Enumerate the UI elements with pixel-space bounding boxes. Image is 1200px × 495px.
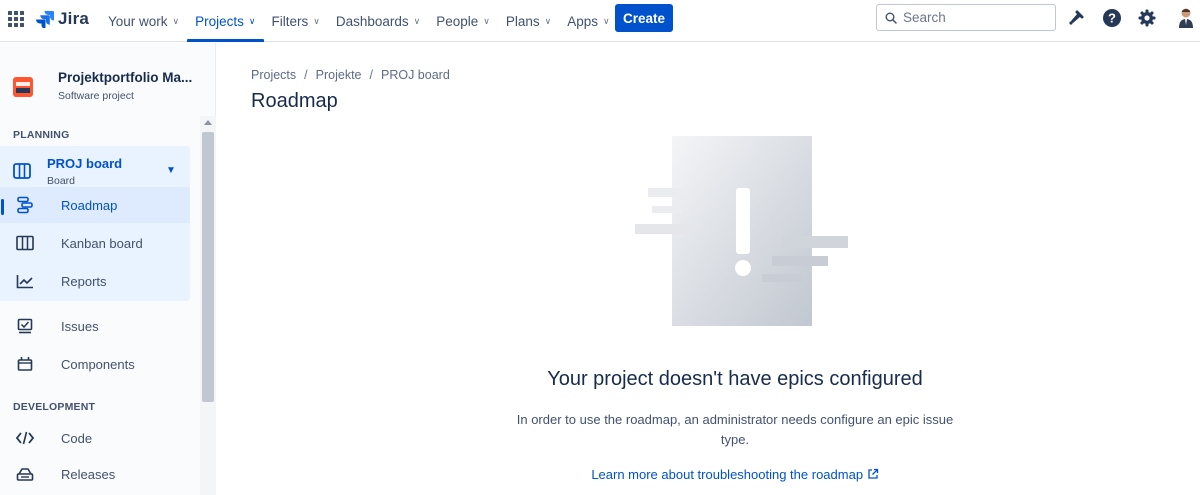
nav-menu: Your work ∨ Projects ∨ Filters ∨ Dashboards…: [100, 0, 618, 42]
troubleshooting-link[interactable]: Learn more about troubleshooting the roa…: [430, 467, 1040, 482]
board-selector[interactable]: PROJ board Board ▼: [0, 146, 190, 187]
breadcrumb-separator: /: [369, 68, 373, 82]
app-switcher-icon[interactable]: [8, 11, 24, 27]
breadcrumb-projects[interactable]: Projects: [251, 68, 296, 82]
reports-icon: [15, 272, 35, 290]
breadcrumb: Projects / Projekte / PROJ board: [251, 68, 450, 82]
sidebar-item-code[interactable]: Code: [0, 420, 190, 456]
sidebar-item-reports[interactable]: Reports: [0, 263, 190, 299]
page-title: Roadmap: [251, 90, 338, 112]
jira-logo[interactable]: Jira: [36, 9, 89, 29]
sidebar-item-label: Roadmap: [61, 197, 118, 213]
top-navigation: Jira Your work ∨ Projects ∨ Filters ∨ Dashb…: [0, 0, 1200, 42]
chevron-down-icon: ∨: [172, 15, 180, 26]
sidebar-item-components[interactable]: Components: [0, 346, 190, 382]
sidebar-item-releases[interactable]: Releases: [0, 456, 190, 492]
board-group: PROJ board Board ▼ Roadmap Kanban board …: [0, 146, 190, 301]
chevron-down-icon: ∨: [248, 15, 256, 26]
project-type: Software project: [58, 90, 134, 102]
sidebar-item-label: Kanban board: [61, 235, 143, 251]
sidebar-scrollbar[interactable]: [200, 116, 216, 495]
svg-text:?: ?: [1108, 11, 1116, 26]
sidebar-item-label: Releases: [61, 466, 116, 482]
nav-dashboards[interactable]: Dashboards ∨: [328, 0, 428, 42]
warning-document-illustration: [635, 136, 848, 326]
external-link-icon: [868, 468, 878, 479]
project-name[interactable]: Projektportfolio Ma...: [58, 70, 192, 85]
development-section-label: DEVELOPMENT: [13, 401, 96, 413]
nav-apps[interactable]: Apps ∨: [559, 0, 617, 42]
board-subtitle: Board: [47, 175, 76, 187]
sidebar-item-label: Components: [61, 356, 135, 372]
code-icon: [15, 429, 35, 447]
components-icon: [15, 355, 35, 373]
sidebar-item-label: Code: [61, 430, 93, 446]
releases-icon: [15, 465, 35, 483]
chevron-down-icon: ▼: [166, 165, 176, 176]
sidebar-item-label: Reports: [61, 273, 107, 289]
nav-filters[interactable]: Filters ∨: [264, 0, 328, 42]
roadmap-icon: [15, 196, 35, 214]
selected-indicator: [1, 199, 4, 215]
notifications-icon[interactable]: [1066, 8, 1086, 28]
search-icon: [885, 12, 897, 24]
nav-projects[interactable]: Projects ∨: [187, 0, 264, 42]
nav-label: Plans: [505, 13, 540, 29]
nav-people[interactable]: People ∨: [428, 0, 498, 42]
kanban-icon: [15, 234, 35, 252]
sidebar-item-roadmap[interactable]: Roadmap: [0, 187, 190, 223]
project-avatar[interactable]: [13, 77, 33, 97]
empty-state-title: Your project doesn't have epics configur…: [547, 368, 923, 390]
sidebar-item-label: Issues: [61, 318, 99, 334]
chevron-down-icon: ∨: [413, 15, 421, 26]
nav-label: Dashboards: [335, 13, 409, 29]
jira-logo-text: Jira: [58, 9, 90, 28]
nav-your-work[interactable]: Your work ∨: [100, 0, 187, 42]
nav-plans[interactable]: Plans ∨: [498, 0, 559, 42]
planning-section-label: PLANNING: [13, 129, 70, 141]
breadcrumb-board[interactable]: PROJ board: [381, 68, 450, 82]
project-sidebar: Projektportfolio Ma... Software project …: [0, 43, 216, 495]
breadcrumb-separator: /: [304, 68, 308, 82]
search-input[interactable]: [903, 10, 1033, 25]
scroll-up-arrow-icon[interactable]: [204, 120, 212, 125]
breadcrumb-projekte[interactable]: Projekte: [316, 68, 362, 82]
empty-state-description: In order to use the roadmap, an administ…: [516, 412, 954, 447]
issues-icon: [15, 317, 35, 335]
chevron-down-icon: ∨: [544, 15, 552, 26]
nav-label: Apps: [567, 13, 599, 29]
create-button[interactable]: Create: [615, 4, 673, 32]
nav-label: Your work: [108, 13, 168, 29]
jira-logo-icon: [36, 11, 54, 28]
nav-label: Projects: [195, 13, 244, 29]
nav-label: Filters: [271, 13, 309, 29]
user-avatar[interactable]: [1176, 8, 1196, 28]
search-box[interactable]: [876, 4, 1056, 31]
chevron-down-icon: ∨: [603, 15, 610, 26]
nav-label: People: [436, 13, 479, 29]
sidebar-item-kanban-board[interactable]: Kanban board: [0, 225, 190, 261]
chevron-down-icon: ∨: [313, 15, 320, 26]
chevron-down-icon: ∨: [483, 15, 490, 26]
board-icon: [13, 163, 31, 179]
troubleshooting-link-text[interactable]: Learn more about troubleshooting the roa…: [591, 467, 863, 482]
help-icon[interactable]: ?: [1102, 8, 1122, 28]
board-name: PROJ board: [47, 156, 123, 171]
scrollbar-thumb[interactable]: [202, 132, 214, 402]
settings-gear-icon[interactable]: [1137, 8, 1157, 28]
sidebar-item-issues[interactable]: Issues: [0, 308, 190, 344]
